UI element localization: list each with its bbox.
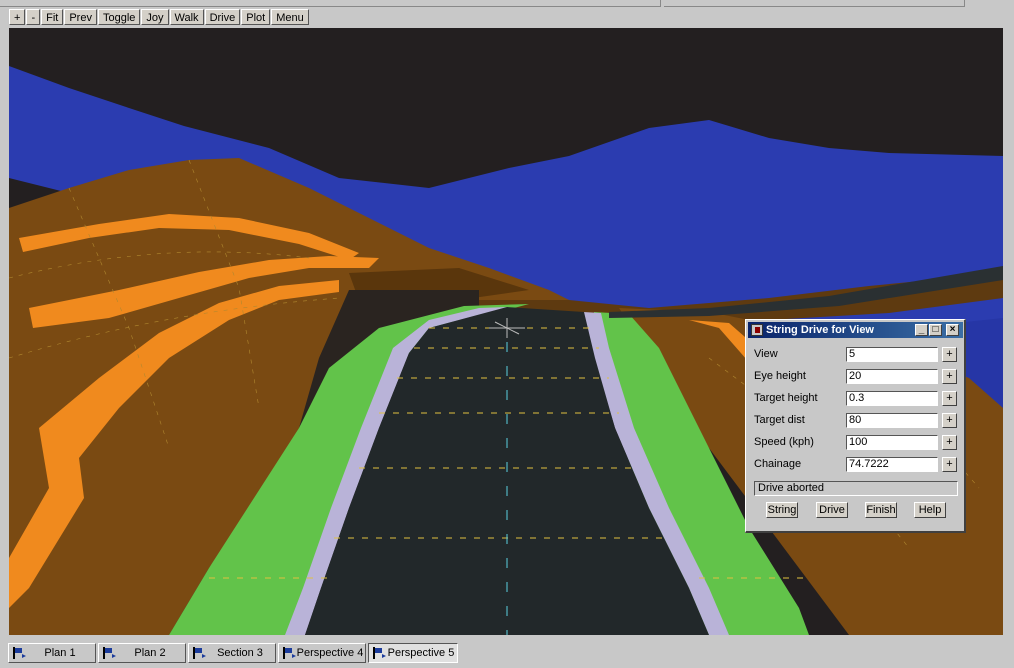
task-label: Plan 2 (134, 647, 166, 659)
dialog-title: String Drive for View (766, 324, 874, 336)
chainage-input[interactable]: 74.7222 (846, 457, 938, 472)
task-label: Perspective 4 (296, 647, 364, 659)
field-label: View (754, 348, 778, 360)
field-row-chainage: Chainage 74.7222 + (754, 455, 962, 475)
status-message: Drive aborted (754, 481, 958, 496)
speed-plus-button[interactable]: + (942, 435, 957, 450)
field-label: Target dist (754, 414, 805, 426)
target-height-plus-button[interactable]: + (942, 391, 957, 406)
walk-button[interactable]: Walk (169, 9, 204, 25)
top-strip-segment (664, 0, 965, 7)
target-dist-input[interactable]: 80 (846, 413, 938, 428)
close-icon[interactable]: × (946, 324, 959, 336)
task-plan-1[interactable]: Plan 1 (8, 643, 96, 663)
prev-button[interactable]: Prev (64, 9, 97, 25)
field-row-speed: Speed (kph) 100 + (754, 433, 962, 453)
target-dist-plus-button[interactable]: + (942, 413, 957, 428)
drive-button[interactable]: Drive (204, 9, 241, 25)
menu-button[interactable]: Menu (271, 9, 309, 25)
view-toolbar: + - Fit Prev Toggle Joy Walk Drive Plot … (9, 9, 309, 27)
task-label: Perspective 5 (387, 647, 455, 659)
drive-action-button[interactable]: Drive (816, 502, 848, 518)
zoom-out-button[interactable]: - (26, 9, 41, 25)
zoom-in-button[interactable]: + (9, 9, 26, 25)
maximize-icon[interactable]: □ (929, 324, 942, 336)
task-section-3[interactable]: Section 3 (188, 643, 276, 663)
chainage-plus-button[interactable]: + (942, 457, 957, 472)
field-label: Eye height (754, 370, 806, 382)
plot-button[interactable]: Plot (241, 9, 271, 25)
task-label: Plan 1 (44, 647, 76, 659)
view-plus-button[interactable]: + (942, 347, 957, 362)
eye-height-plus-button[interactable]: + (942, 369, 957, 384)
task-perspective-5[interactable]: Perspective 5 (368, 643, 458, 663)
speed-input[interactable]: 100 (846, 435, 938, 450)
task-plan-2[interactable]: Plan 2 (98, 643, 186, 663)
app-icon (751, 324, 763, 336)
joy-button[interactable]: Joy (141, 9, 169, 25)
dialog-title-bar[interactable]: String Drive for View _ □ × (748, 322, 963, 338)
top-strip-segment (0, 0, 661, 7)
minimize-icon[interactable]: _ (915, 324, 928, 336)
view-taskbar: Plan 1 Plan 2 Section 3 Perspective 4 Pe… (0, 637, 1014, 668)
field-label: Chainage (754, 458, 802, 470)
task-perspective-4[interactable]: Perspective 4 (278, 643, 366, 663)
field-row-target-dist: Target dist 80 + (754, 411, 962, 431)
view-input[interactable]: 5 (846, 347, 938, 362)
target-height-input[interactable]: 0.3 (846, 391, 938, 406)
field-row-view: View 5 + (754, 345, 962, 365)
field-label: Target height (754, 392, 818, 404)
field-row-eye-height: Eye height 20 + (754, 367, 962, 387)
finish-button[interactable]: Finish (865, 502, 897, 518)
toggle-button[interactable]: Toggle (97, 9, 141, 25)
fit-button[interactable]: Fit (41, 9, 64, 25)
field-label: Speed (kph) (754, 436, 814, 448)
help-button[interactable]: Help (914, 502, 946, 518)
task-label: Section 3 (217, 647, 263, 659)
string-button[interactable]: String (766, 502, 798, 518)
top-window-strip (0, 0, 1014, 8)
eye-height-input[interactable]: 20 (846, 369, 938, 384)
string-drive-dialog: String Drive for View _ □ × View 5 + Eye… (745, 319, 966, 533)
field-row-target-height: Target height 0.3 + (754, 389, 962, 409)
